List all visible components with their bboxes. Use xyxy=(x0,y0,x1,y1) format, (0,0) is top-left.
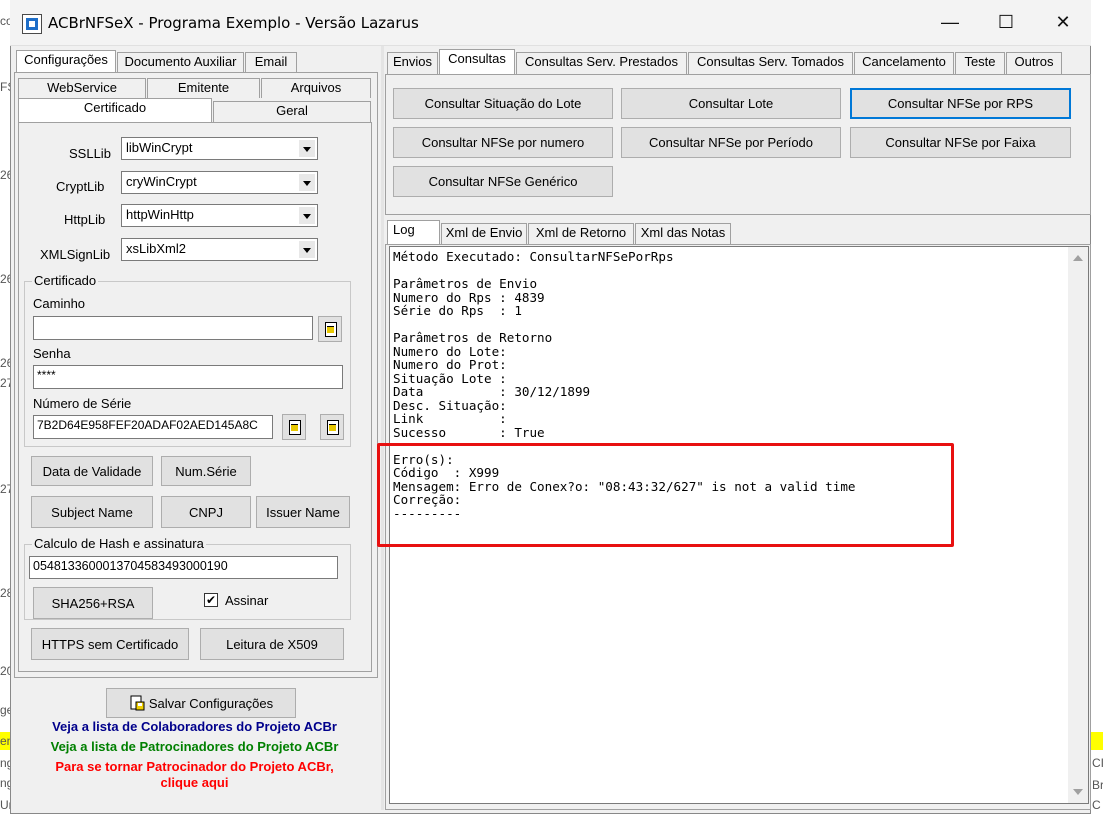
background-highlight-right xyxy=(1091,732,1103,750)
tab-consultas-serv-tomados[interactable]: Consultas Serv. Tomados xyxy=(688,52,853,74)
cryptlib-label: CryptLib xyxy=(56,179,105,194)
subject-name-button[interactable]: Subject Name xyxy=(31,496,153,528)
serie-input[interactable]: 7B2D64E958FEF20ADAF02AED145A8C xyxy=(33,415,273,439)
tab-webservice[interactable]: WebService xyxy=(18,78,146,98)
httplib-value: httpWinHttp xyxy=(126,207,194,222)
tab-envios[interactable]: Envios xyxy=(387,52,438,74)
salvar-label: Salvar Configurações xyxy=(148,695,274,711)
chevron-down-icon[interactable] xyxy=(299,241,315,258)
httplib-label: HttpLib xyxy=(64,212,106,227)
cryptlib-value: cryWinCrypt xyxy=(126,174,197,189)
sha256-rsa-button[interactable]: SHA256+RSA xyxy=(33,587,153,619)
cryptlib-select[interactable]: cryWinCrypt xyxy=(121,171,318,194)
issuer-name-button[interactable]: Issuer Name xyxy=(256,496,350,528)
tab-teste[interactable]: Teste xyxy=(955,52,1005,74)
consultar-situacao-lote-button[interactable]: Consultar Situação do Lote xyxy=(393,88,613,119)
maximize-icon[interactable]: ☐ xyxy=(983,6,1029,38)
scroll-up-icon[interactable] xyxy=(1073,255,1083,261)
tab-consultas-serv-prestados[interactable]: Consultas Serv. Prestados xyxy=(516,52,687,74)
chevron-down-icon[interactable] xyxy=(299,207,315,224)
xmlsignlib-select[interactable]: xsLibXml2 xyxy=(121,238,318,261)
tab-geral[interactable]: Geral xyxy=(213,101,371,122)
senha-input[interactable]: **** xyxy=(33,365,343,389)
assinar-label: Assinar xyxy=(225,593,269,608)
tab-email[interactable]: Email xyxy=(245,52,297,72)
chevron-down-icon[interactable] xyxy=(299,140,315,157)
num-serie-button[interactable]: Num.Série xyxy=(161,456,251,486)
tab-arquivos[interactable]: Arquivos xyxy=(261,78,371,98)
hash-group-title: Calculo de Hash e assinatura xyxy=(32,536,206,551)
read-certificate-icon[interactable] xyxy=(320,414,344,440)
consultar-nfse-por-rps-button[interactable]: Consultar NFSe por RPS xyxy=(850,88,1071,119)
tab-xml-envio[interactable]: Xml de Envio xyxy=(441,223,527,244)
tab-xml-retorno[interactable]: Xml de Retorno xyxy=(528,223,634,244)
tornar-patrocinador-link-line2[interactable]: clique aqui xyxy=(22,775,367,790)
certificado-group-title: Certificado xyxy=(32,273,99,288)
error-highlight xyxy=(377,443,954,547)
ssllib-label: SSLLib xyxy=(69,146,111,161)
caminho-label: Caminho xyxy=(33,296,86,311)
background-text: CI xyxy=(1092,756,1103,770)
tab-documento-auxiliar[interactable]: Documento Auxiliar xyxy=(117,52,244,72)
consultar-nfse-por-numero-button[interactable]: Consultar NFSe por numero xyxy=(393,127,613,158)
consultar-nfse-por-periodo-button[interactable]: Consultar NFSe por Período xyxy=(621,127,841,158)
background-text: Br xyxy=(1092,778,1103,792)
log-scrollbar[interactable] xyxy=(1068,247,1088,803)
select-certificate-icon[interactable] xyxy=(282,414,306,440)
data-validade-button[interactable]: Data de Validade xyxy=(31,456,153,486)
tab-consultas[interactable]: Consultas xyxy=(439,49,515,74)
tab-outros[interactable]: Outros xyxy=(1006,52,1062,74)
splitter[interactable] xyxy=(381,46,384,810)
https-sem-certificado-button[interactable]: HTTPS sem Certificado xyxy=(31,628,189,660)
httplib-select[interactable]: httpWinHttp xyxy=(121,204,318,227)
ssllib-value: libWinCrypt xyxy=(126,140,193,155)
minimize-icon[interactable]: — xyxy=(927,6,973,38)
background-window-right xyxy=(1091,0,1103,814)
app-icon xyxy=(22,14,42,34)
chevron-down-icon[interactable] xyxy=(299,174,315,191)
leitura-x509-button[interactable]: Leitura de X509 xyxy=(200,628,344,660)
hash-input[interactable]: 05481336000137045834930001​90 xyxy=(29,556,338,579)
xmlsignlib-value: xsLibXml2 xyxy=(126,241,186,256)
scroll-down-icon[interactable] xyxy=(1073,789,1083,795)
consultar-nfse-generico-button[interactable]: Consultar NFSe Genérico xyxy=(393,166,613,197)
assinar-checkbox[interactable]: ✔ xyxy=(204,593,218,607)
patrocinadores-link[interactable]: Veja a lista de Patrocinadores do Projet… xyxy=(22,739,367,754)
senha-label: Senha xyxy=(33,346,71,361)
window-title: ACBrNFSeX - Programa Exemplo - Versão La… xyxy=(48,14,419,32)
ssllib-select[interactable]: libWinCrypt xyxy=(121,137,318,160)
caminho-input[interactable] xyxy=(33,316,313,340)
tab-configuracoes[interactable]: Configurações xyxy=(16,50,116,72)
cnpj-button[interactable]: CNPJ xyxy=(161,496,251,528)
colaboradores-link[interactable]: Veja a lista de Colaboradores do Projeto… xyxy=(22,719,367,734)
consultar-lote-button[interactable]: Consultar Lote xyxy=(621,88,841,119)
serie-label: Número de Série xyxy=(33,396,132,411)
close-icon[interactable]: ✕ xyxy=(1040,6,1086,38)
tab-xml-notas[interactable]: Xml das Notas xyxy=(635,223,731,244)
tab-log[interactable]: Log xyxy=(387,220,440,244)
salvar-configuracoes-button[interactable]: Salvar Configurações xyxy=(106,688,296,718)
xmlsignlib-label: XMLSignLib xyxy=(40,247,111,262)
consultar-nfse-por-faixa-button[interactable]: Consultar NFSe por Faixa xyxy=(850,127,1071,158)
tab-certificado[interactable]: Certificado xyxy=(18,98,212,122)
tornar-patrocinador-link-line1[interactable]: Para se tornar Patrocinador do Projeto A… xyxy=(22,759,367,774)
open-file-icon[interactable] xyxy=(318,316,342,342)
background-text: C xyxy=(1092,798,1101,812)
save-icon xyxy=(129,695,145,711)
tab-emitente[interactable]: Emitente xyxy=(147,78,260,98)
tab-cancelamento[interactable]: Cancelamento xyxy=(854,52,954,74)
